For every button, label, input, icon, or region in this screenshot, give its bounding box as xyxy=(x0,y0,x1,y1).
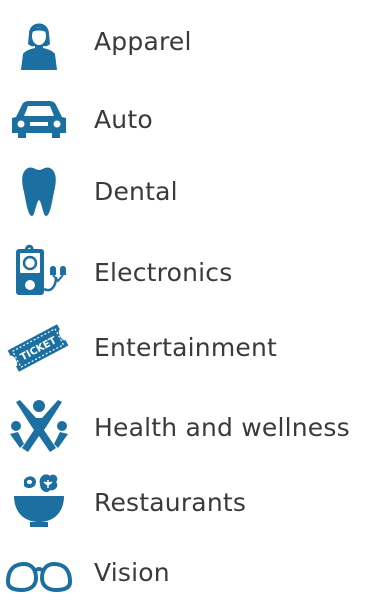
category-restaurants[interactable]: Restaurants xyxy=(0,472,383,532)
category-entertainment[interactable]: TICKET Entertainment xyxy=(0,318,383,378)
category-label: Electronics xyxy=(94,258,233,287)
category-label: Entertainment xyxy=(94,333,277,362)
category-vision[interactable]: Vision xyxy=(0,544,383,604)
category-dental[interactable]: Dental xyxy=(0,162,383,222)
category-health-and-wellness[interactable]: Health and wellness xyxy=(0,396,383,456)
category-label: Vision xyxy=(94,558,170,587)
category-label: Auto xyxy=(94,105,153,134)
fitness-person-icon xyxy=(4,396,74,456)
woman-icon xyxy=(4,12,74,72)
tooth-icon xyxy=(4,162,74,222)
category-label: Restaurants xyxy=(94,488,247,517)
category-auto[interactable]: Auto xyxy=(0,89,383,149)
category-electronics[interactable]: Electronics xyxy=(0,239,383,299)
category-list: Apparel Auto Dental Electronics TICKET E… xyxy=(0,0,383,593)
category-apparel[interactable]: Apparel xyxy=(0,12,383,72)
media-player-icon xyxy=(4,239,74,299)
category-label: Health and wellness xyxy=(94,413,350,442)
ticket-icon: TICKET xyxy=(4,318,74,378)
category-label: Dental xyxy=(94,177,178,206)
eyeglasses-icon xyxy=(4,544,74,604)
food-bowl-icon xyxy=(4,472,74,532)
car-icon xyxy=(4,89,74,149)
category-label: Apparel xyxy=(94,27,192,56)
